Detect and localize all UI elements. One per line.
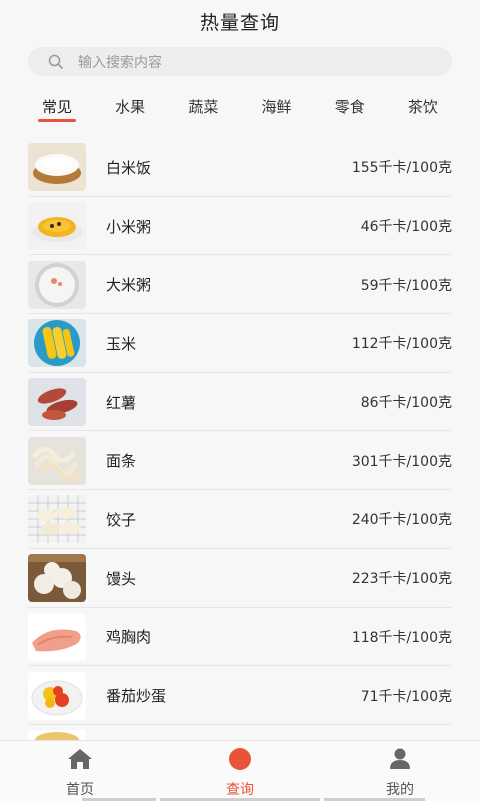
tab-vegetables[interactable]: 蔬菜 — [174, 92, 232, 122]
food-row[interactable] — [0, 725, 480, 740]
tabbar-search[interactable]: 查询 — [160, 741, 320, 801]
food-name: 面条 — [106, 452, 137, 471]
food-name: 大米粥 — [106, 276, 152, 295]
search-icon — [48, 54, 64, 70]
food-name: 白米饭 — [106, 158, 152, 177]
search-bar[interactable]: 输入搜索内容 — [28, 47, 452, 76]
tab-drinks[interactable]: 茶饮 — [394, 92, 452, 122]
tab-common[interactable]: 常见 — [28, 92, 86, 122]
food-name: 饺子 — [106, 510, 137, 529]
tomato-egg-image — [28, 671, 86, 720]
tab-seafood[interactable]: 海鲜 — [248, 92, 306, 122]
tabbar-profile[interactable]: 我的 — [320, 741, 480, 801]
tabbar-home[interactable]: 首页 — [0, 741, 160, 801]
noodles-image — [28, 436, 86, 485]
food-row[interactable]: 玉米 112千卡/100克 — [0, 314, 480, 373]
food-calories: 112千卡/100克 — [351, 336, 452, 353]
user-icon — [388, 747, 412, 771]
app-header: 热量查询 — [0, 0, 480, 42]
food-calories: 86千卡/100克 — [360, 395, 452, 412]
food-name: 鸡胸肉 — [106, 628, 152, 647]
food-row[interactable]: 红薯 86千卡/100克 — [0, 373, 480, 432]
home-icon — [67, 747, 93, 771]
corn-image — [28, 319, 86, 368]
bottom-tab-bar: 首页 查询 我的 — [0, 740, 480, 801]
food-row[interactable]: 小米粥 46千卡/100克 — [0, 197, 480, 256]
rice-bowl-image — [28, 143, 86, 192]
food-image — [28, 730, 86, 740]
food-calories: 155千卡/100克 — [351, 160, 452, 177]
food-calories: 118千卡/100克 — [351, 629, 452, 646]
food-calories: 223千卡/100克 — [351, 571, 452, 588]
food-calories: 59千卡/100克 — [360, 277, 452, 294]
food-calories: 71千卡/100克 — [360, 688, 452, 705]
food-name: 馒头 — [106, 569, 137, 588]
food-row[interactable]: 大米粥 59千卡/100克 — [0, 255, 480, 314]
food-name: 红薯 — [106, 393, 137, 412]
dumplings-image — [28, 495, 86, 544]
search-dot-icon — [227, 747, 253, 771]
tab-snacks[interactable]: 零食 — [321, 92, 379, 122]
millet-porridge-image — [28, 202, 86, 251]
food-calories: 46千卡/100克 — [360, 219, 452, 236]
steamed-buns-image — [28, 554, 86, 603]
food-name: 小米粥 — [106, 217, 152, 236]
food-row[interactable]: 面条 301千卡/100克 — [0, 431, 480, 490]
food-row[interactable]: 番茄炒蛋 71千卡/100克 — [0, 666, 480, 725]
food-row[interactable]: 馒头 223千卡/100克 — [0, 549, 480, 608]
chicken-breast-image — [28, 612, 86, 661]
food-name: 番茄炒蛋 — [106, 687, 167, 706]
food-list: 白米饭 155千卡/100克 小米粥 46千卡/100克 大米粥 59千卡/10… — [0, 138, 480, 740]
food-calories: 301千卡/100克 — [351, 453, 452, 470]
food-name: 玉米 — [106, 334, 137, 353]
category-tabs: 常见 水果 蔬菜 海鲜 零食 茶饮 — [28, 92, 452, 122]
search-input[interactable]: 输入搜索内容 — [78, 52, 162, 72]
food-row[interactable]: 饺子 240千卡/100克 — [0, 490, 480, 549]
food-row[interactable]: 鸡胸肉 118千卡/100克 — [0, 608, 480, 667]
rice-porridge-image — [28, 260, 86, 309]
tab-fruit[interactable]: 水果 — [101, 92, 159, 122]
sweet-potato-image — [28, 378, 86, 427]
food-row[interactable]: 白米饭 155千卡/100克 — [0, 138, 480, 197]
page-title: 热量查询 — [199, 11, 280, 34]
food-calories: 240千卡/100克 — [351, 512, 452, 529]
